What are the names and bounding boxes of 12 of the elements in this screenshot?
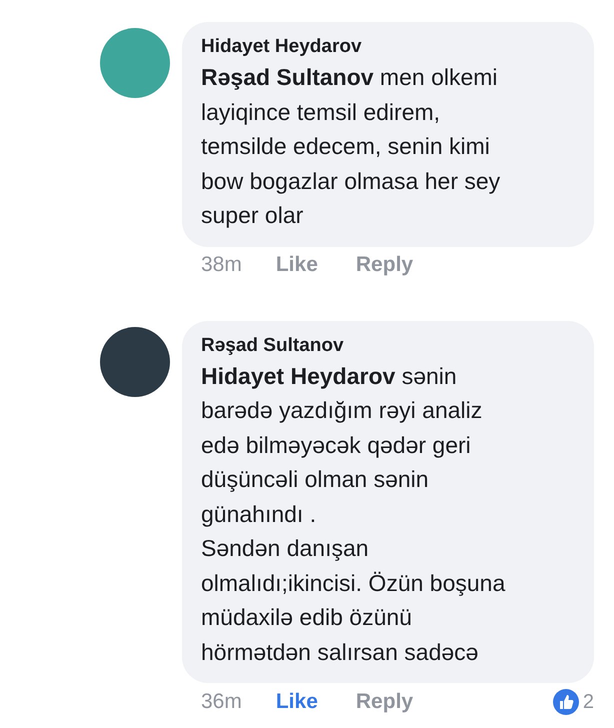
reaction-count: 2 <box>582 690 594 714</box>
like-link[interactable]: Like <box>276 252 318 276</box>
author-name[interactable]: Hidayet Heydarov <box>201 34 576 60</box>
comment-text: Hidayet Heydarov sənin barədə yazdığım rəyi analiz edə bilməyəcək qədər geri düşüncəli olman sənin günahındı . Səndən danışan olmalıdı;ikincisi. Özün boşuna müdaxilə edib özünü hörmətdən salırsan sadəcə <box>201 362 506 666</box>
timestamp: 36m <box>201 690 242 714</box>
timestamp: 38m <box>201 252 242 276</box>
thumbs-up-icon <box>552 689 579 715</box>
like-link[interactable]: Like <box>276 690 318 714</box>
author-name[interactable]: Rəşad Sultanov <box>201 332 576 358</box>
reply-link[interactable]: Reply <box>356 690 414 714</box>
reply-link[interactable]: Reply <box>356 252 414 276</box>
comment-text: Rəşad Sultanov men olkemi layiqince temsil edirem, temsilde edecem, senin kimi bow bogazlar olmasa her sey super olar <box>201 63 502 230</box>
